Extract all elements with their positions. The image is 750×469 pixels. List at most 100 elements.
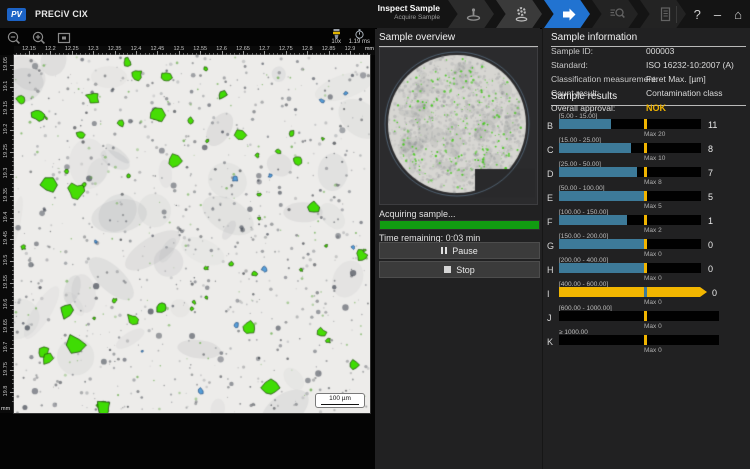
class-max: Max 0: [644, 323, 662, 330]
info-row-classification-measurement: Classification measurement: Feret Max. […: [551, 72, 746, 86]
contamination-class-row: [5.00 - 15.00] B Max 20 11: [543, 114, 750, 138]
class-bar: [559, 335, 719, 345]
workflow-step-stage[interactable]: [448, 0, 494, 28]
class-bar: [559, 191, 701, 201]
contamination-class-row: [50.00 - 100.00] E Max 5 5: [543, 186, 750, 210]
pause-button[interactable]: Pause: [379, 242, 540, 259]
report-document-icon: [657, 6, 674, 23]
home-button[interactable]: ⌂: [734, 8, 742, 21]
zoom-in-button[interactable]: [31, 30, 47, 46]
class-max: Max 0: [644, 275, 662, 282]
class-letter: F: [547, 217, 553, 227]
info-value: Feret Max. [µm]: [646, 74, 706, 84]
contamination-class-row: [400.00 - 600.00] I Max 0 0: [543, 282, 750, 306]
class-bar-marker: [644, 263, 647, 273]
workflow-steps: [448, 0, 686, 28]
app-title: PRECiV CIX: [35, 9, 88, 19]
class-range: [400.00 - 600.00]: [559, 281, 608, 288]
scale-bar: 100 µm: [315, 393, 365, 408]
fit-to-view-button[interactable]: [56, 30, 72, 46]
vertical-ruler: mm 19.0519.119.1519.219.2519.319.3519.41…: [0, 55, 14, 413]
objective-icon: [331, 29, 342, 39]
class-bar-fill: [559, 263, 644, 273]
sample-overview-image: [380, 48, 535, 202]
inspect-results-icon: [609, 6, 626, 23]
class-max: Max 20: [644, 131, 665, 138]
contamination-class-row: [100.00 - 150.00] F Max 2 1: [543, 210, 750, 234]
exposure-info: 1.19 ms: [349, 29, 370, 45]
exposure-label: 1.19 ms: [349, 39, 370, 45]
class-letter: B: [547, 121, 553, 131]
class-max: Max 0: [644, 251, 662, 258]
zoom-out-button[interactable]: [6, 30, 22, 46]
workflow-step-title: Inspect Sample: [362, 4, 440, 14]
class-max: Max 10: [644, 155, 665, 162]
info-label: Classification measurement:: [551, 74, 658, 84]
info-label: Sample ID:: [551, 46, 593, 56]
class-count: 7: [708, 168, 713, 178]
specimen-live-image[interactable]: [14, 55, 370, 413]
class-letter: K: [547, 337, 553, 347]
class-bar-marker: [644, 119, 647, 129]
sample-info-results-panel: Sample information Sample ID: 000003 Sta…: [542, 28, 750, 469]
specimen-image-area[interactable]: 100 µm: [14, 55, 370, 413]
vertical-ruler-unit: mm: [1, 406, 10, 412]
help-button[interactable]: ?: [694, 8, 701, 21]
contamination-class-row: [25.00 - 50.00] D Max 8 7: [543, 162, 750, 186]
class-bar-marker: [644, 311, 647, 321]
stop-button[interactable]: Stop: [379, 261, 540, 278]
stop-icon: [444, 266, 451, 273]
sample-overview-box: [379, 47, 538, 205]
magnification-label: 10x: [331, 39, 341, 45]
class-bar-fill: [559, 215, 627, 225]
acquisition-progress-bar: [379, 220, 540, 230]
objective-info: 10x: [331, 29, 342, 45]
class-letter: H: [547, 265, 554, 275]
scale-bar-line: [321, 404, 359, 405]
class-bar-marker: [644, 167, 647, 177]
pause-icon: [441, 247, 447, 254]
class-letter: C: [547, 145, 554, 155]
class-max: Max 0: [644, 347, 662, 354]
workflow-step-acquisition-settings[interactable]: [496, 0, 542, 28]
class-bar: [559, 287, 707, 297]
class-count: 0: [712, 288, 717, 298]
titlebar-actions: ? – ⌂: [676, 0, 742, 28]
class-bar-marker: [644, 239, 647, 249]
contamination-class-row: [200.00 - 400.00] H Max 0 0: [543, 258, 750, 282]
fit-to-view-icon: [56, 30, 72, 46]
acquiring-status-text: Acquiring sample...: [379, 209, 456, 219]
class-bar-marker: [644, 143, 647, 153]
class-bar: [559, 311, 719, 321]
stage-icon: [465, 6, 482, 23]
class-max: Max 0: [644, 299, 662, 306]
class-bar: [559, 215, 701, 225]
class-count: 5: [708, 192, 713, 202]
overall-approval-value: NOK: [646, 103, 666, 113]
class-letter: G: [547, 241, 554, 251]
info-value: ISO 16232-10:2007 (A): [646, 60, 734, 70]
class-bar-fill: [559, 143, 631, 153]
minimize-button[interactable]: –: [714, 8, 721, 21]
workflow-step-subtitle: Acquire Sample: [362, 14, 440, 21]
app-logo: PV: [7, 8, 26, 21]
class-bar: [559, 119, 701, 129]
class-bar-marker: [644, 215, 647, 225]
contamination-class-row: [600.00 - 1000.00] J Max 0: [543, 306, 750, 330]
sample-overview-title: Sample overview: [379, 32, 538, 47]
zoom-out-icon: [6, 30, 22, 46]
overall-approval-label: Overall approval:: [551, 103, 615, 113]
class-bar-fill: [559, 167, 637, 177]
workflow-step-acquire[interactable]: [544, 0, 590, 28]
scale-bar-label: 100 µm: [329, 396, 351, 403]
horizontal-ruler: mm 12.1512.212.2512.312.3512.412.4512.51…: [14, 46, 375, 55]
info-value: 000003: [646, 46, 674, 56]
acquisition-progress-fill: [380, 221, 539, 229]
class-bar-fill: [559, 119, 611, 129]
workflow-step-inspect[interactable]: [592, 0, 638, 28]
stop-button-label: Stop: [456, 265, 475, 275]
class-bar-fill: [559, 191, 644, 201]
class-letter: D: [547, 169, 554, 179]
class-max: Max 5: [644, 203, 662, 210]
live-image-viewer: 10x 1.19 ms mm 12.1512.212.2512.312.3512…: [0, 28, 375, 469]
